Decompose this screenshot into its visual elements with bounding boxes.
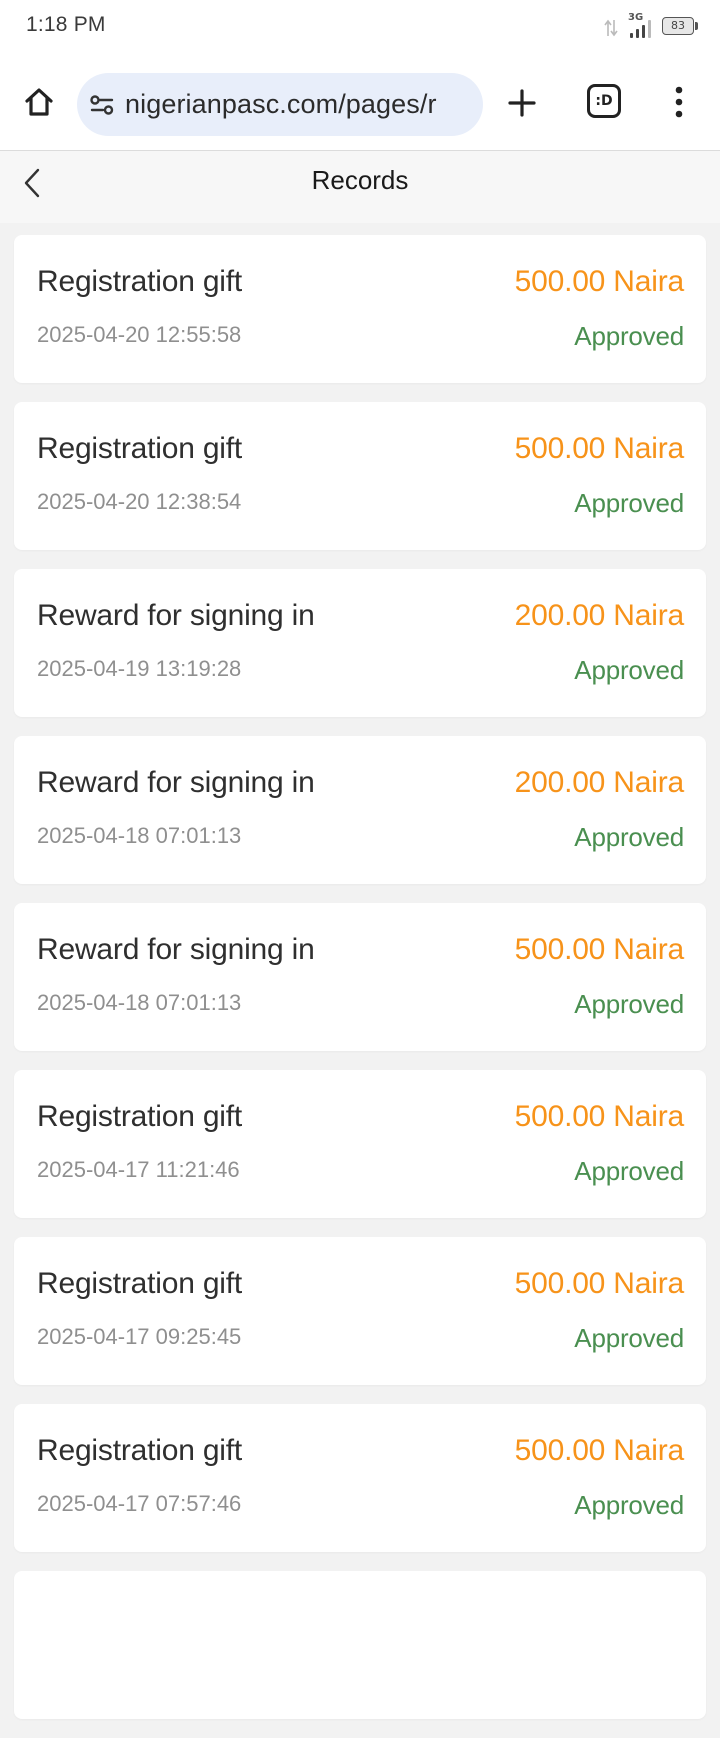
record-item[interactable]: Reward for signing in 2025-04-19 13:19:2… bbox=[14, 569, 706, 717]
record-amount: 500.00 Naira bbox=[514, 265, 685, 298]
record-status: Approved bbox=[574, 1323, 684, 1353]
record-title: Reward for signing in bbox=[37, 933, 315, 966]
data-activity-icon bbox=[604, 18, 618, 38]
record-item[interactable]: Registration gift 2025-04-17 09:25:45 50… bbox=[14, 1237, 706, 1385]
record-time: 2025-04-20 12:38:54 bbox=[37, 489, 242, 514]
record-title: Registration gift bbox=[37, 1434, 243, 1467]
record-item[interactable]: Reward for signing in 2025-04-18 07:01:1… bbox=[14, 736, 706, 884]
record-title: Reward for signing in bbox=[37, 599, 315, 632]
home-icon bbox=[25, 88, 53, 116]
record-title: Registration gift bbox=[37, 265, 243, 298]
record-item[interactable]: Registration gift 2025-04-20 12:38:54 50… bbox=[14, 402, 706, 550]
home-button[interactable] bbox=[18, 81, 60, 123]
record-time: 2025-04-17 07:57:46 bbox=[37, 1491, 242, 1516]
record-status: Approved bbox=[574, 655, 684, 685]
record-amount: 500.00 Naira bbox=[514, 933, 685, 966]
record-time: 2025-04-17 09:25:45 bbox=[37, 1324, 242, 1349]
status-bar: 1:18 PM 3G 83 bbox=[0, 0, 720, 52]
record-title: Registration gift bbox=[37, 1267, 243, 1300]
record-time: 2025-04-17 11:21:46 bbox=[37, 1157, 240, 1182]
more-vertical-icon bbox=[675, 86, 683, 118]
record-amount: 500.00 Naira bbox=[514, 1434, 685, 1467]
record-amount: 500.00 Naira bbox=[514, 1100, 685, 1133]
record-title: Registration gift bbox=[37, 1100, 243, 1133]
record-status: Approved bbox=[574, 1490, 684, 1520]
record-status: Approved bbox=[574, 488, 684, 518]
status-icons: 3G 83 bbox=[604, 12, 698, 38]
status-time: 1:18 PM bbox=[26, 13, 106, 36]
record-amount: 200.00 Naira bbox=[514, 766, 685, 799]
record-title: Registration gift bbox=[37, 432, 243, 465]
record-item[interactable]: Registration gift 2025-04-20 12:55:58 50… bbox=[14, 235, 706, 383]
overflow-menu-button[interactable] bbox=[664, 82, 694, 122]
record-time: 2025-04-18 07:01:13 bbox=[37, 823, 242, 848]
url-text[interactable]: nigerianpasc.com/pages/r bbox=[125, 89, 465, 120]
address-bar[interactable]: nigerianpasc.com/pages/r bbox=[77, 73, 483, 136]
plus-icon bbox=[508, 89, 536, 117]
page-header: Records bbox=[0, 151, 720, 223]
page-title: Records bbox=[311, 165, 409, 195]
new-tab-button[interactable] bbox=[502, 83, 542, 123]
record-time: 2025-04-18 07:01:13 bbox=[37, 990, 242, 1015]
record-amount: 200.00 Naira bbox=[514, 599, 685, 632]
record-status: Approved bbox=[574, 822, 684, 852]
site-settings-icon[interactable] bbox=[87, 90, 117, 120]
signal-icon: 3G bbox=[626, 12, 654, 38]
record-title: Reward for signing in bbox=[37, 766, 315, 799]
battery-icon: 83 bbox=[662, 17, 698, 35]
record-item[interactable]: Reward for signing in 2025-04-18 07:01:1… bbox=[14, 903, 706, 1051]
record-item[interactable]: Registration gift 2025-04-17 11:21:46 50… bbox=[14, 1070, 706, 1218]
record-status: Approved bbox=[574, 1156, 684, 1186]
network-type-label: 3G bbox=[628, 12, 644, 23]
records-list: Registration gift 2025-04-20 12:55:58 50… bbox=[14, 235, 706, 1738]
browser-toolbar: nigerianpasc.com/pages/r :D bbox=[0, 52, 720, 151]
record-amount: 500.00 Naira bbox=[514, 432, 685, 465]
tab-switcher-button[interactable]: :D bbox=[587, 84, 621, 118]
record-amount: 500.00 Naira bbox=[514, 1267, 685, 1300]
record-time: 2025-04-20 12:55:58 bbox=[37, 322, 242, 347]
record-item-partial[interactable] bbox=[14, 1571, 706, 1719]
record-status: Approved bbox=[574, 321, 684, 351]
record-item[interactable]: Registration gift 2025-04-17 07:57:46 50… bbox=[14, 1404, 706, 1552]
record-status: Approved bbox=[574, 989, 684, 1019]
record-time: 2025-04-19 13:19:28 bbox=[37, 656, 242, 681]
